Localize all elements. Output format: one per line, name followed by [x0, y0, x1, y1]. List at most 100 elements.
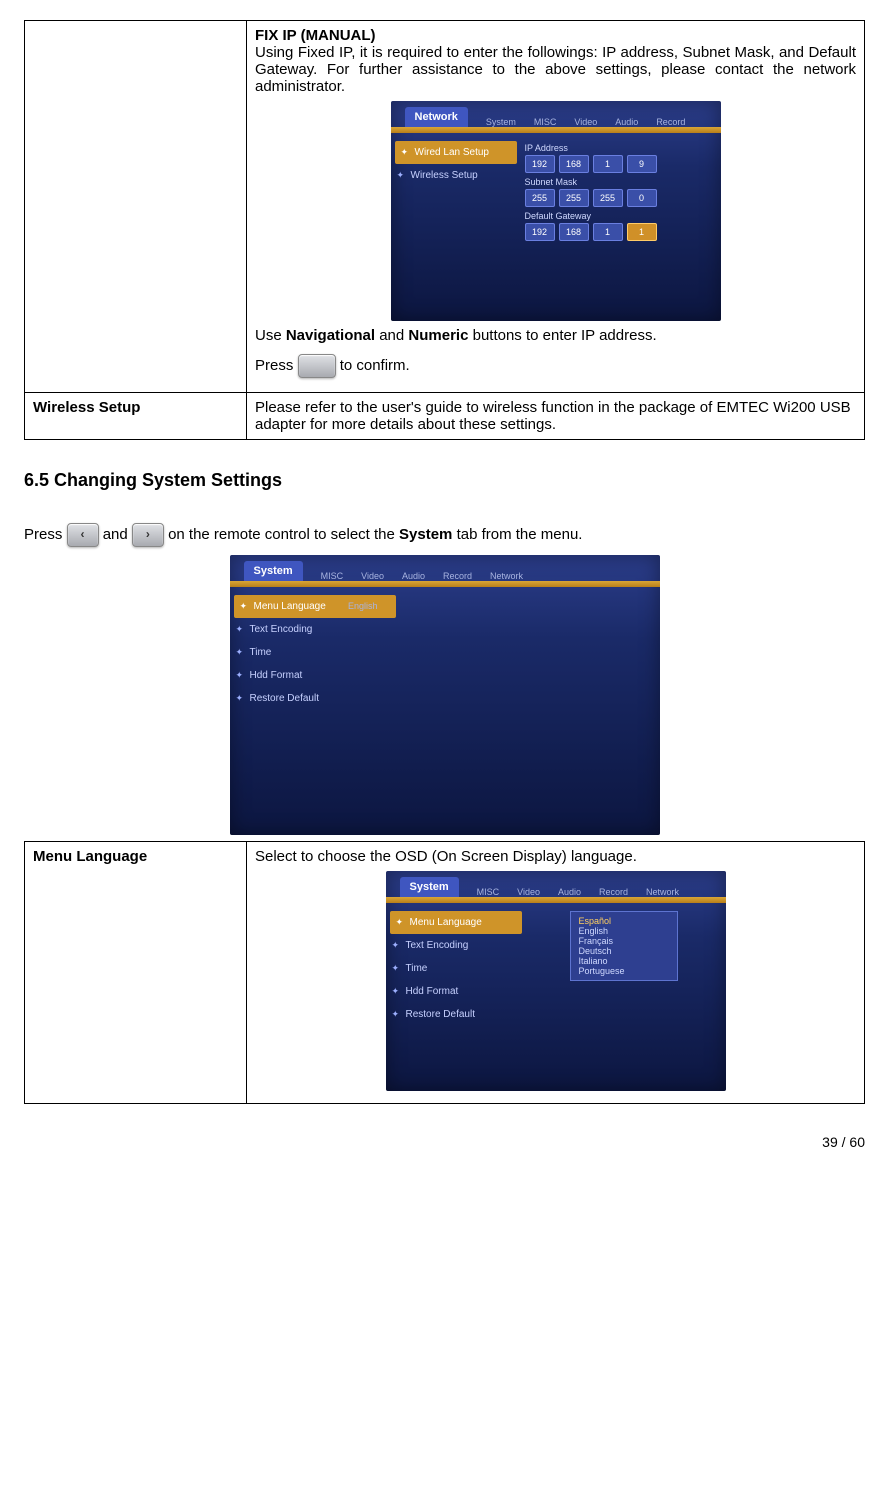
- section-heading: 6.5 Changing System Settings: [24, 470, 865, 491]
- left-button-icon: ‹: [67, 523, 99, 547]
- settings-body: Wired Lan Setup Wireless Setup IP Addres…: [391, 133, 721, 321]
- cell-fixip: FIX IP (MANUAL) Using Fixed IP, it is re…: [247, 21, 865, 393]
- tab-other: Record: [656, 117, 685, 127]
- lang-option-selected: Español: [579, 916, 669, 926]
- label-gw: Default Gateway: [525, 211, 713, 221]
- sidebar-item: Time: [386, 957, 526, 980]
- mask-octet: 0: [627, 189, 657, 207]
- sidebar: Wired Lan Setup Wireless Setup: [391, 133, 521, 321]
- text: to confirm.: [340, 357, 410, 374]
- mask-octet: 255: [559, 189, 589, 207]
- page-number: 39 / 60: [24, 1134, 865, 1150]
- right-pane: [400, 587, 660, 835]
- lang-option: Deutsch: [579, 946, 669, 956]
- cell-empty: [25, 21, 247, 393]
- sidebar: Menu Language English Text Encoding Time…: [230, 587, 400, 835]
- mask-octet: 255: [593, 189, 623, 207]
- tab-other: Audio: [558, 887, 581, 897]
- tab-other: Network: [646, 887, 679, 897]
- tabbar: System MISC Video Audio Record Network: [230, 555, 660, 581]
- sidebar-item-menu-language: Menu Language English: [234, 595, 396, 618]
- right-pane: Español English Français Deutsch Italian…: [526, 903, 726, 1091]
- tab-other: System: [486, 117, 516, 127]
- tab-other: Video: [361, 571, 384, 581]
- mask-row: 255 255 255 0: [525, 189, 713, 207]
- tab-other: MISC: [534, 117, 557, 127]
- lang-option: Français: [579, 936, 669, 946]
- lang-option: Portuguese: [579, 966, 669, 976]
- text: on the remote control to select the: [168, 526, 399, 543]
- right-pane: IP Address 192 168 1 9 Subnet Mask 255 2…: [521, 133, 721, 321]
- text: tab from the menu.: [452, 526, 582, 543]
- screenshot-system: System MISC Video Audio Record Network M…: [230, 555, 660, 835]
- sidebar-item: Text Encoding: [230, 618, 400, 641]
- tab-other: Video: [517, 887, 540, 897]
- ip-octet: 168: [559, 155, 589, 173]
- sidebar-item-wired: Wired Lan Setup: [395, 141, 517, 164]
- sidebar-item: Time: [230, 641, 400, 664]
- label-ip: IP Address: [525, 143, 713, 153]
- tab-system: System: [244, 561, 303, 581]
- text-bold: Numeric: [408, 327, 468, 344]
- press-system-line: Press ‹ and › on the remote control to s…: [24, 523, 865, 547]
- settings-body: Menu Language English Text Encoding Time…: [230, 587, 660, 835]
- lang-option: Italiano: [579, 956, 669, 966]
- tab-other: Video: [574, 117, 597, 127]
- sidebar-item: Restore Default: [386, 1003, 526, 1026]
- ok-button-icon: [298, 354, 336, 378]
- cell-wireless-label: Wireless Setup: [25, 393, 247, 440]
- tab-other: Audio: [615, 117, 638, 127]
- tab-other: MISC: [477, 887, 500, 897]
- ip-octet: 192: [525, 155, 555, 173]
- text: Press: [255, 357, 298, 374]
- sidebar-item: Restore Default: [230, 687, 400, 710]
- fixip-para: Using Fixed IP, it is required to enter …: [255, 44, 856, 95]
- sidebar-item: Text Encoding: [386, 934, 526, 957]
- text-bold: Navigational: [286, 327, 375, 344]
- tab-other: Audio: [402, 571, 425, 581]
- sidebar-item-wireless: Wireless Setup: [391, 164, 521, 187]
- right-button-icon: ›: [132, 523, 164, 547]
- value-english: English: [348, 601, 378, 611]
- cell-menu-label: Menu Language: [25, 842, 247, 1104]
- use-line: Use Navigational and Numeric buttons to …: [255, 327, 856, 344]
- sidebar: Menu Language Text Encoding Time Hdd For…: [386, 903, 526, 1091]
- tab-other: Network: [490, 571, 523, 581]
- press-line: Press to confirm.: [255, 354, 856, 378]
- gw-octet: 192: [525, 223, 555, 241]
- table-network-settings: FIX IP (MANUAL) Using Fixed IP, it is re…: [24, 20, 865, 440]
- label-mask: Subnet Mask: [525, 177, 713, 187]
- ip-octet: 9: [627, 155, 657, 173]
- tab-other: Record: [443, 571, 472, 581]
- fixip-title: FIX IP (MANUAL): [255, 27, 856, 44]
- mask-octet: 255: [525, 189, 555, 207]
- tabbar: System MISC Video Audio Record Network: [386, 871, 726, 897]
- cell-menu-content: Select to choose the OSD (On Screen Disp…: [247, 842, 865, 1104]
- gw-octet-selected: 1: [627, 223, 657, 241]
- tab-network: Network: [405, 107, 468, 127]
- screenshot-language: System MISC Video Audio Record Network M…: [386, 871, 726, 1091]
- text: Press: [24, 526, 67, 543]
- tab-other: Record: [599, 887, 628, 897]
- sidebar-item-menu-language: Menu Language: [390, 911, 522, 934]
- screenshot-network: Network System MISC Video Audio Record W…: [391, 101, 721, 321]
- gw-octet: 1: [593, 223, 623, 241]
- gw-row: 192 168 1 1: [525, 223, 713, 241]
- language-list: Español English Français Deutsch Italian…: [570, 911, 678, 981]
- text: and: [103, 526, 132, 543]
- tab-other: MISC: [321, 571, 344, 581]
- settings-body: Menu Language Text Encoding Time Hdd For…: [386, 903, 726, 1091]
- tab-system: System: [400, 877, 459, 897]
- text: buttons to enter IP address.: [468, 327, 656, 344]
- text-bold: System: [399, 526, 452, 543]
- sidebar-label: Menu Language: [254, 601, 326, 612]
- ip-octet: 1: [593, 155, 623, 173]
- lang-option: English: [579, 926, 669, 936]
- sidebar-item: Hdd Format: [386, 980, 526, 1003]
- ip-row: 192 168 1 9: [525, 155, 713, 173]
- gw-octet: 168: [559, 223, 589, 241]
- cell-wireless-text: Please refer to the user's guide to wire…: [247, 393, 865, 440]
- tabbar: Network System MISC Video Audio Record: [391, 101, 721, 127]
- sidebar-item: Hdd Format: [230, 664, 400, 687]
- table-menu-language: Menu Language Select to choose the OSD (…: [24, 841, 865, 1104]
